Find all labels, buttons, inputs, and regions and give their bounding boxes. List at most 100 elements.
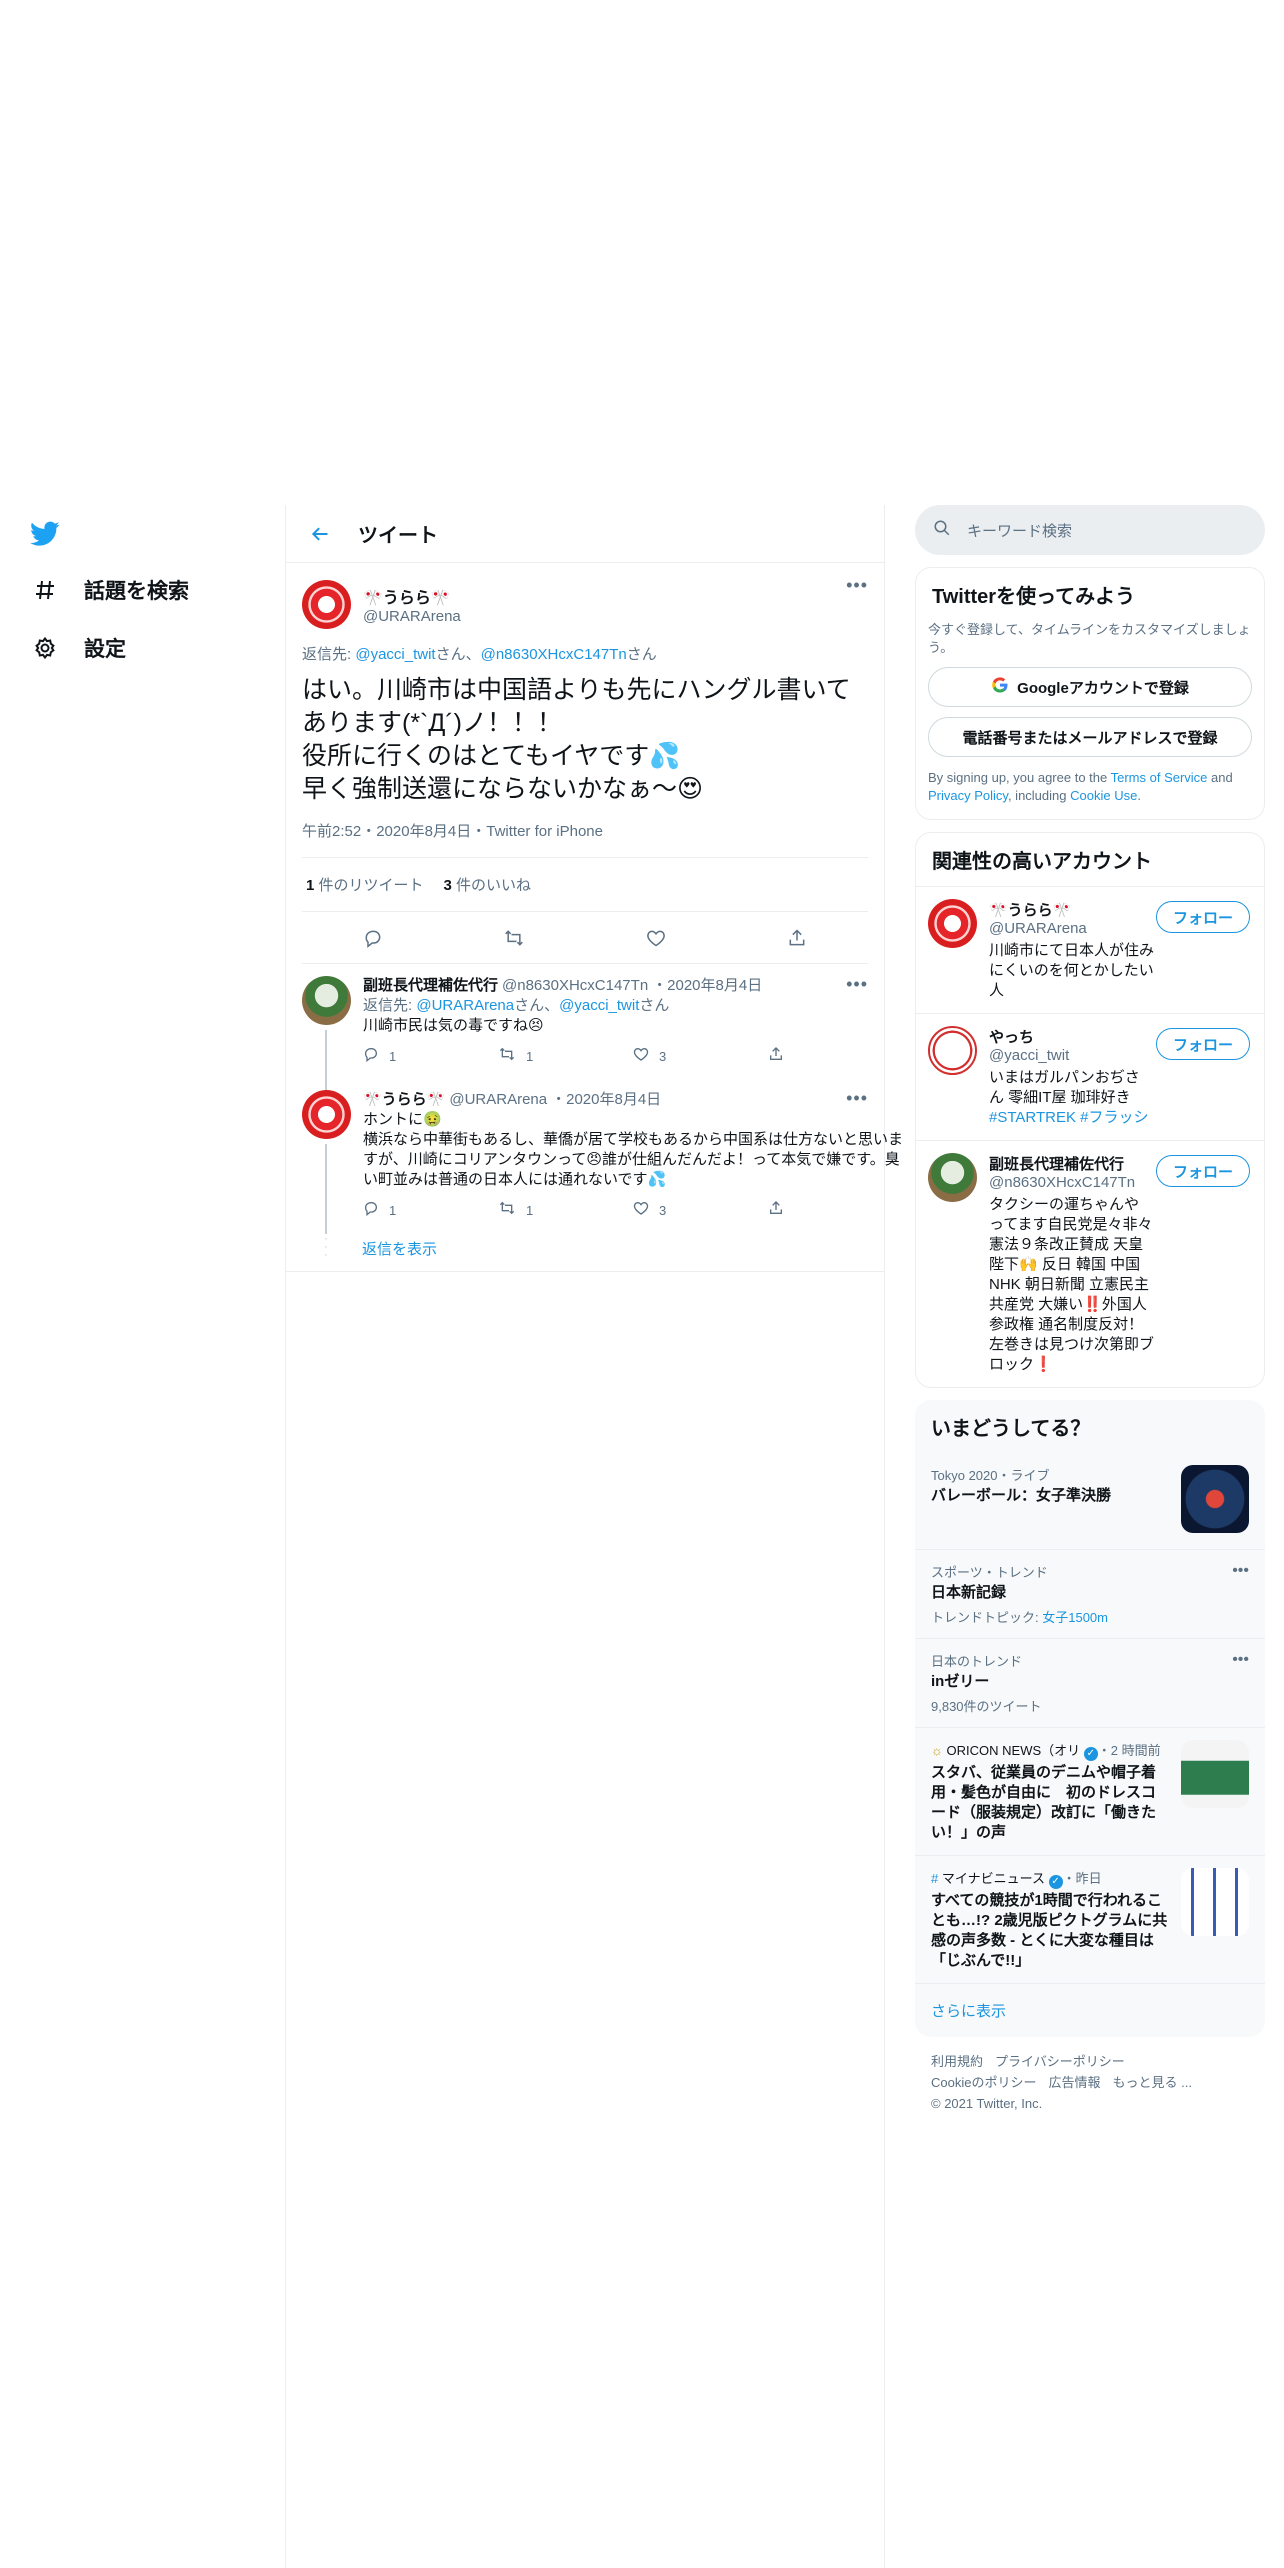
related-accounts-card: 関連性の高いアカウント 🎌うらら🎌 @URARArena 川崎市にて日本人が住み…	[915, 832, 1265, 1388]
like-stat[interactable]: 3 件のいいね	[444, 874, 532, 895]
share-action[interactable]	[768, 1046, 903, 1068]
retweet-action[interactable]: 1	[498, 1046, 633, 1068]
tweet-timestamp[interactable]: 午前2:52・2020年8月4日・Twitter for iPhone	[302, 820, 868, 858]
account-handle[interactable]: @yacci_twit	[989, 1047, 1154, 1064]
reply-date[interactable]: ・2020年8月4日	[551, 1090, 661, 1110]
avatar[interactable]	[928, 1026, 977, 1075]
terms-link[interactable]: Terms of Service	[1111, 770, 1208, 785]
avatar[interactable]	[302, 1090, 351, 1139]
reply-icon[interactable]	[356, 921, 390, 955]
trend-item[interactable]: # マイナビニュース ✓ ・昨日 すべての競技が1時間で行われることも…!? 2歳…	[915, 1855, 1265, 1983]
share-icon[interactable]	[780, 921, 814, 955]
share-icon	[768, 1046, 784, 1068]
footer-privacy-link[interactable]: プライバシーポリシー	[995, 2054, 1125, 2069]
reply-header: 🎌うらら🎌 @URARArena ・2020年8月4日	[363, 1090, 903, 1110]
show-replies-link[interactable]: · · · 返信を表示	[286, 1232, 884, 1272]
trend-item[interactable]: スポーツ・トレンド 日本新記録 トレンドトピック: 女子1500m •••	[915, 1549, 1265, 1638]
account-item[interactable]: 🎌うらら🎌 @URARArena 川崎市にて日本人が住みにくいのを何とかしたい人…	[916, 886, 1264, 1013]
page-title: ツイート	[358, 525, 438, 547]
follow-button[interactable]: フォロー	[1156, 901, 1250, 933]
reply-date[interactable]: ・2020年8月4日	[652, 976, 762, 996]
reply-to-link[interactable]: @URARArena	[416, 997, 514, 1014]
cookie-link[interactable]: Cookie Use	[1070, 788, 1137, 803]
retweet-stat-label: 件のリツイート	[314, 877, 424, 894]
google-signup-button[interactable]: Googleアカウントで登録	[928, 667, 1252, 707]
more-icon[interactable]: •••	[846, 1088, 868, 1109]
search-input[interactable]: キーワード検索	[967, 520, 1072, 541]
retweet-icon[interactable]	[497, 921, 531, 955]
follow-button[interactable]: フォロー	[1156, 1028, 1250, 1060]
privacy-link[interactable]: Privacy Policy	[928, 788, 1008, 803]
reply-tweet[interactable]: 🎌うらら🎌 @URARArena ・2020年8月4日 ホントに🤢 横浜なら中華…	[286, 1078, 903, 1234]
avatar[interactable]	[302, 579, 351, 629]
hashtag-icon	[30, 575, 60, 605]
back-arrow-icon[interactable]	[300, 514, 340, 554]
like-stat-label: 件のいいね	[451, 877, 532, 894]
avatar[interactable]	[302, 976, 351, 1025]
reply-action[interactable]: 1	[363, 1046, 498, 1068]
footer-cookie-link[interactable]: Cookieのポリシー	[931, 2075, 1036, 2090]
retweet-action[interactable]: 1	[498, 1200, 633, 1222]
share-action[interactable]	[768, 1200, 903, 1222]
phone-signup-button[interactable]: 電話番号またはメールアドレスで登録	[928, 717, 1252, 757]
show-more-link[interactable]: さらに表示	[915, 1983, 1265, 2037]
account-name[interactable]: 副班長代理補佐代行	[989, 1153, 1154, 1174]
more-icon[interactable]: •••	[846, 974, 868, 995]
account-item[interactable]: 副班長代理補佐代行 @n8630XHcxC147Tn タクシーの運ちゃんやってま…	[916, 1140, 1264, 1387]
avatar[interactable]	[928, 1153, 977, 1202]
like-count: 3	[659, 1203, 667, 1218]
column-header: ツイート	[286, 505, 884, 563]
footer-ads-link[interactable]: 広告情報	[1048, 2075, 1100, 2090]
nav-explore[interactable]: 話題を検索	[30, 568, 189, 612]
search-icon	[933, 519, 951, 542]
trend-item[interactable]: ☼ ORICON NEWS（オリ ✓ ・2 時間前 スタバ、従業員のデニムや帽子着…	[915, 1727, 1265, 1855]
author-name[interactable]: 🎌うらら🎌	[363, 584, 461, 608]
reply-author-name[interactable]: 🎌うらら🎌	[363, 1090, 445, 1110]
reply-action[interactable]: 1	[363, 1200, 498, 1222]
trend-item[interactable]: Tokyo 2020・ライブ バレーボール：女子準決勝	[915, 1453, 1265, 1549]
account-name[interactable]: 🎌うらら🎌	[989, 899, 1154, 920]
twitter-logo-icon[interactable]	[30, 521, 64, 551]
reply-author-handle[interactable]: @n8630XHcxC147Tn	[502, 976, 648, 996]
reply-to-link[interactable]: @yacci_twit	[559, 997, 639, 1014]
tweet-column: ツイート 🎌うらら🎌 @URARArena ••• 返信先: @yacci_tw…	[285, 505, 903, 2568]
avatar[interactable]	[928, 899, 977, 948]
trend-topic-link[interactable]: 女子1500m	[1042, 1610, 1108, 1625]
related-title: 関連性の高いアカウント	[932, 851, 1152, 873]
retweet-stat[interactable]: 1 件のリツイート	[306, 874, 424, 895]
footer-terms-link[interactable]: 利用規約	[931, 2054, 983, 2069]
account-handle[interactable]: @n8630XHcxC147Tn	[989, 1174, 1154, 1191]
more-icon[interactable]: •••	[846, 575, 868, 596]
main-tweet: 🎌うらら🎌 @URARArena ••• 返信先: @yacci_twitさん、…	[286, 563, 884, 964]
follow-button[interactable]: フォロー	[1156, 1155, 1250, 1187]
search-bar[interactable]: キーワード検索	[915, 505, 1265, 555]
account-bio-hashtags[interactable]: #STARTREK #フラッシュライト #柴巻 #クロスバイク #ロードバイク …	[989, 1109, 1149, 1128]
reply-author-name[interactable]: 副班長代理補佐代行	[363, 976, 498, 996]
trend-subtitle-prefix: トレンドトピック:	[931, 1610, 1043, 1625]
like-action[interactable]: 3	[633, 1200, 768, 1222]
like-count: 3	[659, 1049, 667, 1064]
reply-to-link[interactable]: @yacci_twit	[355, 646, 435, 663]
like-action[interactable]: 3	[633, 1046, 768, 1068]
reply-to-suffix: さん	[626, 646, 657, 663]
reply-author-handle[interactable]: @URARArena	[449, 1090, 547, 1110]
trend-item[interactable]: 日本のトレンド inゼリー 9,830件のツイート •••	[915, 1638, 1265, 1727]
reply-to-link[interactable]: @n8630XHcxC147Tn	[481, 646, 627, 663]
like-icon	[633, 1046, 649, 1068]
account-handle[interactable]: @URARArena	[989, 920, 1154, 937]
account-item[interactable]: やっち @yacci_twit いまはガルパンおぢさん 零細IT屋 珈琲好き #…	[916, 1013, 1264, 1140]
like-icon[interactable]	[639, 921, 673, 955]
footer: 利用規約 プライバシーポリシー Cookieのポリシー 広告情報 もっと見る ... …	[915, 2037, 1265, 2128]
more-icon[interactable]: •••	[1232, 1562, 1249, 1580]
thread-dots: · · ·	[324, 1231, 328, 1261]
reply-to-suffix: さん	[639, 997, 670, 1014]
reply-text: ホントに🤢 横浜なら中華街もあるし、華僑が居て学校もあるから中国系は仕方ないと思…	[363, 1111, 904, 1188]
nav-settings[interactable]: 設定	[30, 626, 126, 670]
account-name[interactable]: やっち	[989, 1026, 1154, 1047]
more-icon[interactable]: •••	[1232, 1651, 1249, 1669]
reply-tweet[interactable]: 副班長代理補佐代行 @n8630XHcxC147Tn ・2020年8月4日 返信…	[286, 964, 884, 1112]
footer-more-link[interactable]: もっと見る ...	[1112, 2075, 1191, 2090]
author-handle[interactable]: @URARArena	[363, 608, 461, 625]
retweet-icon	[498, 1046, 516, 1068]
trends-title: いまどうしてる？	[931, 1418, 1091, 1440]
